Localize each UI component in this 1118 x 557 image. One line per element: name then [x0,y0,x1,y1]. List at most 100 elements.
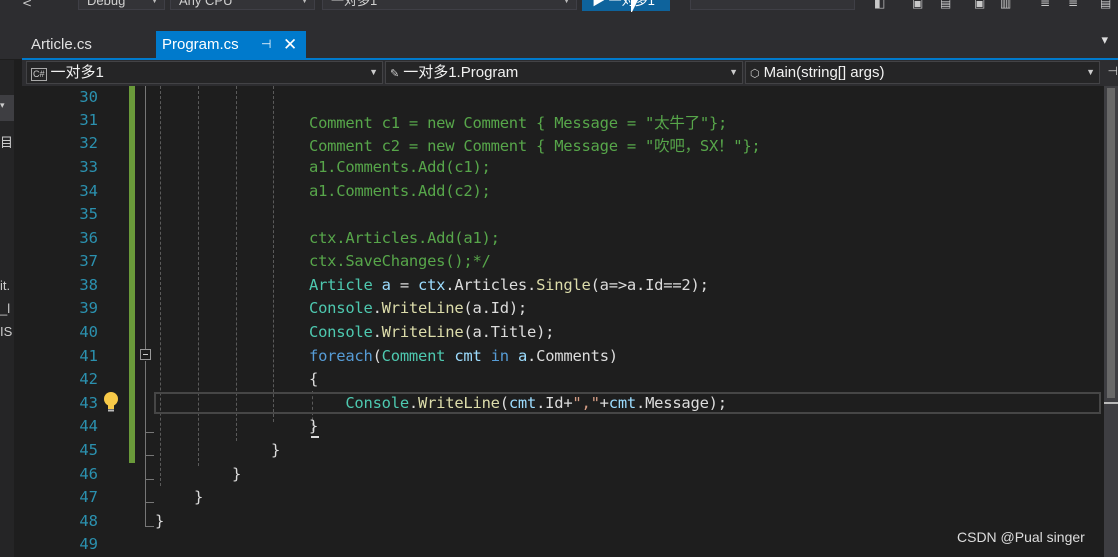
run-button[interactable]: ▶ 一对多1 [582,0,670,11]
code-token: WriteLine [381,323,464,341]
find-icon[interactable]: ◧ [874,0,885,10]
collapse-toggle[interactable] [140,349,151,360]
watermark: CSDN @Pual singer [957,529,1085,545]
config-combo[interactable]: Debug ▼ [78,0,165,10]
code-line-38: Article a = ctx.Articles.Single(a=>a.Id=… [309,276,709,294]
pin-icon[interactable]: ⊣ [261,31,271,58]
project-name: 一对多1 [50,64,104,81]
line-number: 36 [79,229,98,247]
code-token: a [381,276,391,294]
tree-item[interactable]: 目 [0,132,13,151]
line-number: 31 [79,111,98,129]
tab-program-cs[interactable]: Program.cs ⊣ ✕ [156,31,306,58]
code-token: Console [309,323,373,341]
document-tab-bar: Article.cs Program.cs ⊣ ✕ ▾ [0,12,1118,59]
type-dropdown[interactable]: ✎ 一对多1.Program ▼ [385,61,743,84]
tab-label: Article.cs [31,36,92,53]
toolbar-icon[interactable]: ≡ [1040,0,1050,10]
code-token: ctx [418,276,446,294]
line-number: 43 [79,394,98,412]
code-token: a [517,347,528,365]
config-label: Debug [87,0,126,8]
line-number: 41 [79,347,98,365]
code-token: .Articles. [445,276,537,294]
code-line-41: foreach(Comment cmt in a.Comments) [309,347,618,365]
code-line-33: a1.Comments.Add(c1); [309,158,491,176]
line-number: 34 [79,182,98,200]
code-token: } [271,441,281,459]
code-line-46: } [232,465,241,483]
code-line-37: ctx.SaveChanges();*/ [309,252,491,270]
code-token: Console [345,394,409,412]
code-token: cmt [454,347,482,365]
code-line-39: Console.WriteLine(a.Id); [309,299,527,317]
code-line-31: Comment c1 = new Comment { Message = "太牛… [309,111,727,133]
code-token: ctx.SaveChanges();*/ [309,252,491,270]
code-token: } [155,512,165,530]
code-token: .Id+ [536,394,573,412]
code-token: } [194,488,204,506]
toolbar-search-box[interactable] [690,0,855,10]
code-token: . [372,323,382,341]
toolbar-icon[interactable]: ≡ [1068,0,1078,10]
code-token: + [599,394,609,412]
tree-expander-icon[interactable]: ▾ [0,100,5,111]
line-number: 46 [79,465,98,483]
solution-explorer-panel: ✕ ▾ 目 it. _l IS [0,60,14,557]
code-token: cmt [508,394,537,412]
code-token: WriteLine [381,299,464,317]
startup-project-combo[interactable]: 一对多1 ▼ [322,0,577,10]
code-line-47: } [194,488,203,506]
line-number: 44 [79,417,98,435]
platform-label: Any CPU [179,0,233,8]
csharp-project-icon: C# [31,68,47,81]
close-icon[interactable]: ✕ [283,31,297,58]
tab-article-cs[interactable]: Article.cs [22,31,150,58]
tree-item[interactable]: _l [0,301,10,316]
chevron-down-icon: ▼ [1086,67,1095,77]
line-number: 33 [79,158,98,176]
tree-item[interactable]: it. [0,278,10,293]
type-name: 一对多1.Program [403,64,519,81]
code-token: Article [309,276,373,294]
split-editor-icon[interactable]: ⊣ [1108,64,1118,78]
code-token: Single [536,276,591,294]
code-line-36: ctx.Articles.Add(a1); [309,229,500,247]
scrollbar-thumb[interactable] [1107,88,1115,398]
platform-combo[interactable]: Any CPU ▼ [170,0,315,10]
toolbar-icon[interactable]: ▥ [1000,0,1011,10]
play-icon: ▶ [592,0,606,8]
toolbar-icon[interactable]: ▣ [974,0,985,10]
toolbar-icon[interactable]: ▤ [940,0,951,10]
toolbar-icon[interactable]: ▤ [1100,0,1111,10]
project-dropdown[interactable]: C# 一对多1 ▼ [26,61,383,84]
line-number: 35 [79,205,98,223]
code-token: .Message); [636,394,727,412]
back-icon[interactable]: < [22,0,32,10]
line-number: 38 [79,276,98,294]
code-token: "," [572,394,600,412]
chevron-down-icon: ▼ [562,0,571,5]
outline-tick [145,432,154,433]
code-token: Console [309,299,373,317]
code-editor[interactable]: 30 31 32 33 34 35 36 37 38 39 40 41 42 4… [14,86,1104,557]
code-token: ( [372,347,382,365]
tab-overflow-chevron-icon[interactable]: ▾ [1101,33,1108,48]
code-token: (a=>a.Id==2); [590,276,709,294]
vertical-scrollbar[interactable] [1104,86,1118,557]
code-token: { [309,370,319,388]
code-token: foreach [309,347,373,365]
code-token: Comment [381,347,446,365]
toolbar-icon[interactable]: ▣ [912,0,923,10]
member-dropdown[interactable]: ⬡ Main(string[] args) ▼ [745,61,1100,84]
line-number: 48 [79,512,98,530]
chevron-down-icon: ▼ [300,0,309,5]
lightbulb-icon[interactable] [101,391,121,413]
code-navigation-bar: C# 一对多1 ▼ ✎ 一对多1.Program ▼ ⬡ Main(string[] … [22,60,1118,86]
code-token: Comment c1 = new Comment { Message = "太牛… [309,114,728,132]
tree-item[interactable]: IS [0,324,12,339]
